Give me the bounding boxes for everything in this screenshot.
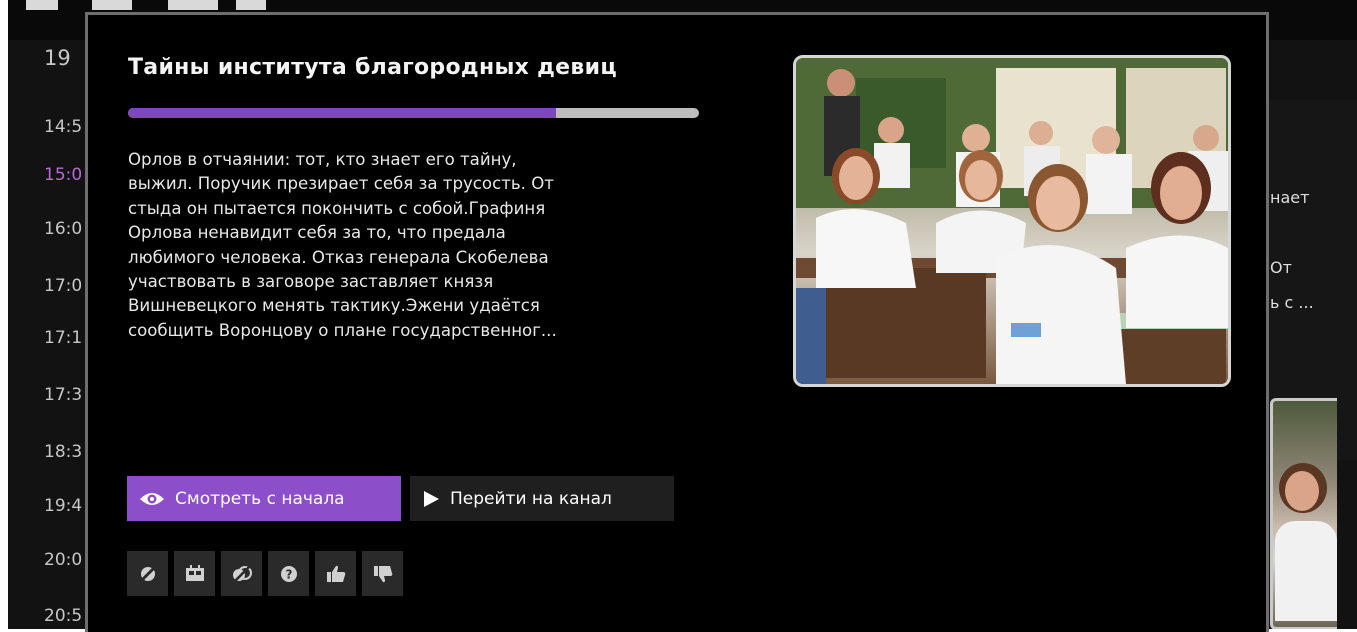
svg-text:?: ? [285, 567, 292, 581]
epg-time[interactable]: 19:4 [44, 496, 88, 516]
epg-time[interactable]: 17:3 [44, 385, 88, 405]
help-button[interactable]: ? [268, 551, 309, 596]
series-record-icon [232, 564, 252, 583]
epg-time-current[interactable]: 15:0 [44, 165, 88, 185]
epg-time: 19 [44, 46, 71, 70]
eye-icon [140, 492, 164, 505]
epg-program-text: ь с ... [1270, 293, 1314, 312]
action-icon-bar: ? [127, 551, 403, 596]
no-record-button[interactable] [127, 551, 168, 596]
play-icon [424, 490, 439, 507]
program-description: Орлов в отчаянии: тот, кто знает его тай… [128, 150, 557, 340]
watch-from-start-button[interactable]: Смотреть с начала [127, 476, 401, 521]
dislike-button[interactable] [362, 551, 403, 596]
reminder-icon [185, 564, 204, 581]
series-record-button[interactable] [221, 551, 262, 596]
program-info-popup: Тайны института благородных девиц Орлов … [85, 12, 1269, 632]
epg-time[interactable]: 17:0 [44, 276, 88, 296]
like-button[interactable] [315, 551, 356, 596]
program-progress-bar [128, 108, 699, 118]
watch-from-start-label: Смотреть с начала [175, 488, 345, 509]
epg-time[interactable]: 20:5 [44, 606, 88, 626]
thumbs-down-icon [373, 565, 392, 582]
no-record-icon [139, 565, 156, 582]
epg-program-text: нает [1270, 188, 1310, 207]
thumbs-up-icon [326, 565, 345, 582]
reminder-button[interactable] [174, 551, 215, 596]
epg-time[interactable]: 14:5 [44, 117, 88, 137]
help-icon: ? [280, 565, 297, 582]
go-to-channel-button[interactable]: Перейти на канал [410, 476, 674, 521]
program-still-image [793, 55, 1231, 387]
epg-program-thumbnail[interactable] [1270, 398, 1337, 629]
epg-program-text: От [1270, 258, 1292, 277]
program-title: Тайны института благородных девиц [128, 55, 617, 80]
epg-time[interactable]: 20:0 [44, 550, 88, 570]
epg-time[interactable]: 18:3 [44, 442, 88, 462]
epg-time[interactable]: 17:1 [44, 328, 88, 348]
epg-time[interactable]: 16:0 [44, 219, 88, 239]
program-progress-fill [128, 108, 557, 118]
go-to-channel-label: Перейти на канал [450, 488, 612, 509]
